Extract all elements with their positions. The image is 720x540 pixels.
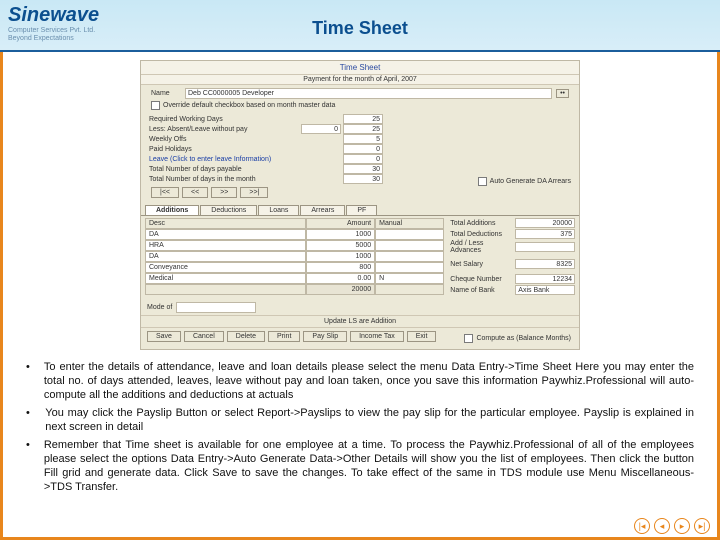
mode-label: Mode of: [147, 304, 172, 311]
bank-value[interactable]: Axis Bank: [515, 285, 575, 295]
table-row: Conveyance800: [145, 262, 444, 273]
list-item: •Remember that Time sheet is available f…: [26, 438, 694, 494]
bullet-icon: •: [26, 406, 31, 434]
inmonth-value: 30: [343, 174, 383, 184]
override-checkbox[interactable]: [151, 101, 160, 110]
bullet-list: •To enter the details of attendance, lea…: [26, 360, 694, 498]
leave-value: 0: [343, 154, 383, 164]
list-item: •You may click the Payslip Button or sel…: [26, 406, 694, 434]
net-value: 8325: [515, 259, 575, 269]
tab-deductions[interactable]: Deductions: [200, 205, 257, 215]
name-label: Name: [151, 90, 181, 97]
compute-label: Compute as (Balance Months): [476, 335, 571, 342]
table-row: HRA5000: [145, 240, 444, 251]
table-total: 20000: [145, 284, 444, 295]
window-subtitle: Payment for the month of April, 2007: [141, 75, 579, 85]
req-days-value: 25: [343, 114, 383, 124]
cheque-value[interactable]: 12234: [515, 274, 575, 284]
tot-ded-label: Total Deductions: [450, 231, 512, 238]
header: Sinewave Computer Services Pvt. Ltd. Bey…: [0, 0, 720, 52]
delete-button[interactable]: Delete: [227, 331, 265, 342]
net-label: Net Salary: [450, 261, 512, 268]
update-ls-button[interactable]: Update LS are Addition: [141, 315, 579, 328]
lookup-icon[interactable]: ••: [556, 89, 569, 98]
rec-next-button[interactable]: >>: [211, 187, 237, 198]
tab-bar: Additions Deductions Loans Arrears PF: [141, 205, 579, 216]
mode-select[interactable]: [176, 302, 256, 313]
tab-pf[interactable]: PF: [346, 205, 377, 215]
app-screenshot: Time Sheet Payment for the month of Apri…: [140, 60, 580, 350]
col-desc: Desc: [145, 218, 306, 229]
da-arrears-row: Auto Generate DA Arrears: [478, 177, 571, 186]
bullet-icon: •: [26, 360, 30, 402]
nav-prev-icon[interactable]: ◂: [654, 518, 670, 534]
summary-panel: Total Additions20000 Total Deductions375…: [450, 218, 575, 296]
additions-table: Desc Amount Manual DA1000 HRA5000 DA1000…: [145, 218, 444, 296]
nav-last-icon[interactable]: ▸|: [694, 518, 710, 534]
req-days-label: Required Working Days: [149, 116, 299, 123]
weekly-label: Weekly Offs: [149, 136, 299, 143]
payable-value: 30: [343, 164, 383, 174]
name-field[interactable]: Deb CC0000005 Developer: [185, 88, 552, 99]
print-button[interactable]: Print: [268, 331, 300, 342]
col-manual: Manual: [375, 218, 444, 229]
absent-label: Less: Absent/Leave without pay: [149, 126, 299, 133]
da-arrears-checkbox[interactable]: [478, 177, 487, 186]
rec-first-button[interactable]: |<<: [151, 187, 179, 198]
cheque-label: Cheque Number: [450, 276, 512, 283]
col-amount: Amount: [306, 218, 375, 229]
tab-additions[interactable]: Additions: [145, 205, 199, 215]
addless-value[interactable]: [515, 242, 575, 252]
paid-label: Paid Holidays: [149, 146, 299, 153]
inmonth-label: Total Number of days in the month: [149, 176, 299, 183]
compute-checkbox[interactable]: [464, 334, 473, 343]
da-arrears-label: Auto Generate DA Arrears: [490, 178, 571, 185]
table-row: DA1000: [145, 229, 444, 240]
cancel-button[interactable]: Cancel: [184, 331, 224, 342]
tot-add-value: 20000: [515, 218, 575, 228]
bullet-icon: •: [26, 438, 30, 494]
absent-input[interactable]: 0: [301, 124, 341, 134]
exit-button[interactable]: Exit: [407, 331, 437, 342]
override-label: Override default checkbox based on month…: [163, 102, 335, 109]
nav-next-icon[interactable]: ▸: [674, 518, 690, 534]
slide-nav: |◂ ◂ ▸ ▸|: [634, 518, 710, 534]
list-item: •To enter the details of attendance, lea…: [26, 360, 694, 402]
table-row: Medical0.00N: [145, 273, 444, 284]
window-title: Time Sheet: [141, 61, 579, 75]
tot-add-label: Total Additions: [450, 220, 512, 227]
absent-value: 25: [343, 124, 383, 134]
rec-last-button[interactable]: >>|: [240, 187, 268, 198]
payable-label: Total Number of days payable: [149, 166, 299, 173]
leave-link[interactable]: Leave (Click to enter leave Information): [149, 156, 299, 163]
save-button[interactable]: Save: [147, 331, 181, 342]
table-row: DA1000: [145, 251, 444, 262]
nav-first-icon[interactable]: |◂: [634, 518, 650, 534]
payslip-button[interactable]: Pay Slip: [303, 331, 347, 342]
tab-arrears[interactable]: Arrears: [300, 205, 345, 215]
addless-label: Add / Less Advances: [450, 240, 512, 254]
tot-ded-value: 375: [515, 229, 575, 239]
bank-label: Name of Bank: [450, 287, 512, 294]
weekly-value: 5: [343, 134, 383, 144]
paid-value: 0: [343, 144, 383, 154]
rec-prev-button[interactable]: <<: [182, 187, 208, 198]
tab-loans[interactable]: Loans: [258, 205, 299, 215]
page-title: Time Sheet: [0, 18, 720, 39]
incometax-button[interactable]: Income Tax: [350, 331, 404, 342]
